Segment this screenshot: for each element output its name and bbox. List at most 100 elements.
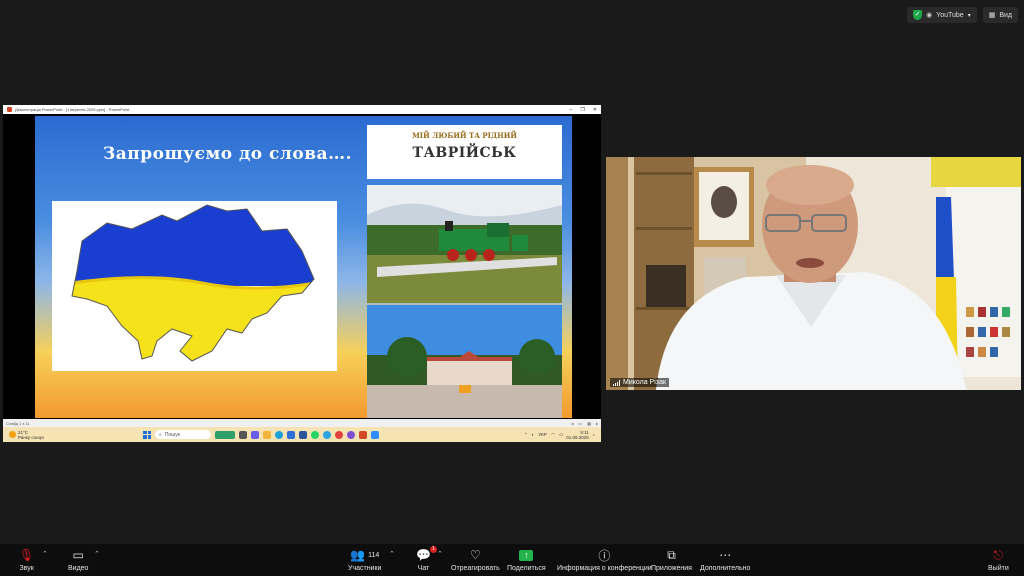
powerpoint-statusbar: Слайд 1 з 11 ◂ ▭ ▦ ▸ <box>3 419 601 427</box>
palace-photo <box>367 305 562 418</box>
weather-text: Ранку сонця <box>18 434 44 440</box>
file-explorer-icon[interactable] <box>263 430 271 439</box>
powerpoint-icon <box>7 107 12 112</box>
windows-start-icon[interactable] <box>143 430 151 439</box>
apps-button[interactable]: ⧉ Приложения <box>651 547 692 573</box>
top-bar: ✓ ◉ YouTube ▾ ▦ Вид <box>907 7 1018 23</box>
chat-label: Чат <box>417 565 430 572</box>
edge-icon[interactable] <box>275 430 283 439</box>
meeting-window: ✓ ◉ YouTube ▾ ▦ Вид Демонстрація PowerPo… <box>0 0 1024 576</box>
task-view-icon[interactable] <box>239 430 247 439</box>
share-screen-icon: ↑ <box>519 549 534 561</box>
slide-area: Запрошуємо до слова…. МІЙ ЛЮБИЙ ТА РІДНИ… <box>3 114 601 419</box>
view-button[interactable]: ▦ Вид <box>982 7 1018 23</box>
clock-date[interactable]: 01.09.2025 <box>566 435 589 440</box>
participant-name: Микола Різак <box>623 379 666 386</box>
info-label: Информация о конференции <box>557 565 652 572</box>
participants-count: 114 <box>368 551 380 559</box>
leave-button[interactable]: ⎋ Выйти <box>988 547 1009 573</box>
search-placeholder: Пошук <box>164 431 180 438</box>
tray-app-icon[interactable]: ◐ <box>532 432 535 437</box>
slide-title: Запрошуємо до слова…. <box>103 144 352 164</box>
video-button[interactable]: ▭ Видео <box>68 547 88 572</box>
participants-options-caret-icon[interactable]: ⌃ <box>389 550 395 558</box>
video-label: Видео <box>68 565 89 572</box>
powerpoint-taskbar-icon[interactable] <box>359 430 367 439</box>
widgets-icon[interactable] <box>215 430 235 439</box>
restore-icon[interactable]: ❐ <box>580 107 584 113</box>
video-camera-icon: ▭ <box>72 548 84 562</box>
language-indicator[interactable]: УКР <box>538 432 546 437</box>
viber-icon[interactable] <box>347 430 355 439</box>
apps-icon: ⧉ <box>667 547 676 562</box>
audio-button[interactable]: 🎙 Звук <box>19 547 34 572</box>
chat-button[interactable]: 💬 1 Чат <box>416 546 437 572</box>
chat-options-caret-icon[interactable]: ⌃ <box>437 550 443 558</box>
chat-icon: 💬 1 <box>416 546 437 562</box>
word-icon[interactable] <box>299 430 307 439</box>
participants-icon-wrap: 👥 114 <box>350 547 379 563</box>
exit-icon: ⎋ <box>993 547 1004 562</box>
react-button[interactable]: ♡ Отреагировать <box>451 547 500 572</box>
whatsapp-icon[interactable] <box>311 430 319 439</box>
chevron-down-icon: ▾ <box>967 12 971 19</box>
view-label: Вид <box>999 11 1012 19</box>
meeting-toolbar: 🎙 Звук ⌃ ▭ Видео ⌃ 👥 114 Участники ⌃ 💬 1 … <box>0 544 1024 576</box>
wifi-icon[interactable]: ◠ <box>551 432 555 438</box>
shared-screen[interactable]: Демонстрація PowerPoint - [1 вересня 202… <box>3 105 601 442</box>
youtube-stream-indicator[interactable]: ✓ ◉ YouTube ▾ <box>907 7 977 23</box>
participant-video[interactable]: Микола Різак <box>606 157 1021 390</box>
header-line-1: МІЙ ЛЮБИЙ ТА РІДНИЙ <box>412 131 517 140</box>
slide-counter: Слайд 1 з 11 <box>6 420 30 426</box>
normal-view-icon[interactable]: ▭ <box>578 421 582 426</box>
search-icon: ⌕ <box>159 431 162 438</box>
sun-icon <box>9 431 16 438</box>
tray-chevron-icon[interactable]: ⌃ <box>524 432 528 438</box>
chrome-icon[interactable] <box>335 430 343 439</box>
windows-taskbar: 21°C Ранку сонця ⌕ Пошук ⌃ ◐ УКР ◠ ◁ 9:1… <box>3 427 601 442</box>
window-title: Демонстрація PowerPoint - [1 вересня 202… <box>15 107 130 112</box>
share-icon-wrap: ↑ <box>519 547 534 563</box>
copilot-icon[interactable] <box>251 430 259 439</box>
video-options-caret-icon[interactable]: ⌃ <box>94 550 100 558</box>
minimize-icon[interactable]: – <box>570 107 573 113</box>
volume-icon[interactable]: ◁ <box>559 432 562 438</box>
view-grid-icon: ▦ <box>988 12 996 19</box>
microphone-muted-icon: 🎙 <box>19 548 35 562</box>
prev-slide-icon[interactable]: ◂ <box>571 421 573 426</box>
chat-badge: 1 <box>430 546 437 553</box>
more-label: Дополнительно <box>700 565 751 572</box>
heart-icon: ♡ <box>470 548 481 562</box>
close-icon[interactable]: ✕ <box>593 107 597 113</box>
next-slide-icon[interactable]: ▸ <box>596 421 598 426</box>
live-stream-icon: ◉ <box>926 12 933 19</box>
participants-icon: 👥 <box>350 548 366 562</box>
audio-label: Звук <box>19 565 34 572</box>
audio-level-icon <box>613 379 620 386</box>
weather-widget[interactable]: 21°C Ранку сонця <box>3 430 143 440</box>
ukraine-map-image <box>71 204 315 362</box>
encryption-shield-icon: ✓ <box>913 10 923 20</box>
share-label: Поделиться <box>507 565 546 572</box>
participants-button[interactable]: 👥 114 Участники <box>348 547 381 572</box>
notification-bell-icon[interactable]: ♪ <box>593 432 595 437</box>
participants-label: Участники <box>348 565 382 572</box>
participant-video-frame <box>606 157 1021 390</box>
apps-label: Приложения <box>651 565 692 572</box>
store-icon[interactable] <box>287 430 295 439</box>
meeting-info-button[interactable]: ⓘ Информация о конференции <box>557 547 652 573</box>
youtube-label: YouTube <box>936 11 964 19</box>
sorter-view-icon[interactable]: ▦ <box>587 421 591 426</box>
ukraine-map-panel <box>52 201 337 371</box>
zoom-taskbar-icon[interactable] <box>371 430 379 439</box>
audio-options-caret-icon[interactable]: ⌃ <box>42 550 48 558</box>
taskbar-search[interactable]: ⌕ Пошук <box>155 430 211 439</box>
telegram-icon[interactable] <box>323 430 331 439</box>
participant-name-tag: Микола Різак <box>610 378 669 387</box>
share-button[interactable]: ↑ Поделиться <box>507 547 546 572</box>
react-label: Отреагировать <box>451 565 500 572</box>
more-dots-icon: ⋯ <box>719 548 732 562</box>
leave-label: Выйти <box>988 565 1009 572</box>
tavriysk-header: МІЙ ЛЮБИЙ ТА РІДНИЙ ТАВРІЙСЬК <box>367 125 562 179</box>
more-button[interactable]: ⋯ Дополнительно <box>700 547 750 572</box>
